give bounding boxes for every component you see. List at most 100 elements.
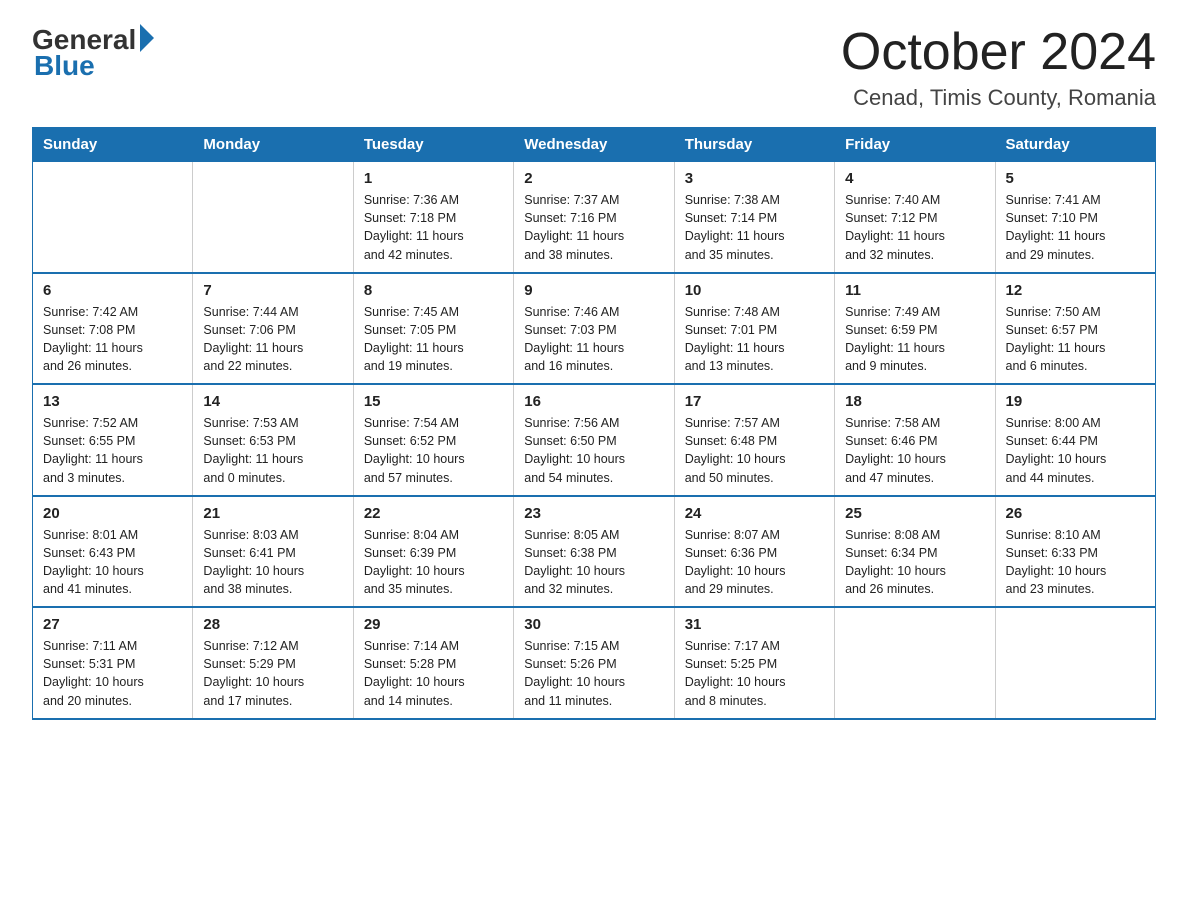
calendar-cell: 12 Sunrise: 7:50 AMSunset: 6:57 PMDayligh… — [995, 273, 1155, 385]
day-info: Sunrise: 7:15 AMSunset: 5:26 PMDaylight:… — [524, 637, 663, 710]
calendar-cell: 14 Sunrise: 7:53 AMSunset: 6:53 PMDayligh… — [193, 384, 353, 496]
calendar-cell: 19 Sunrise: 8:00 AMSunset: 6:44 PMDayligh… — [995, 384, 1155, 496]
day-info: Sunrise: 7:44 AMSunset: 7:06 PMDaylight:… — [203, 303, 342, 376]
day-number: 10 — [685, 282, 824, 299]
calendar-cell: 30 Sunrise: 7:15 AMSunset: 5:26 PMDayligh… — [514, 607, 674, 719]
day-info: Sunrise: 8:04 AMSunset: 6:39 PMDaylight:… — [364, 526, 503, 599]
day-number: 28 — [203, 616, 342, 633]
day-number: 8 — [364, 282, 503, 299]
calendar-header-row: SundayMondayTuesdayWednesdayThursdayFrid… — [33, 128, 1156, 162]
calendar-cell — [995, 607, 1155, 719]
day-info: Sunrise: 7:48 AMSunset: 7:01 PMDaylight:… — [685, 303, 824, 376]
day-number: 4 — [845, 170, 984, 187]
day-number: 12 — [1006, 282, 1145, 299]
calendar-cell: 2 Sunrise: 7:37 AMSunset: 7:16 PMDaylight… — [514, 162, 674, 273]
day-number: 11 — [845, 282, 984, 299]
calendar-table: SundayMondayTuesdayWednesdayThursdayFrid… — [32, 127, 1156, 720]
day-info: Sunrise: 8:05 AMSunset: 6:38 PMDaylight:… — [524, 526, 663, 599]
calendar-week-row: 20 Sunrise: 8:01 AMSunset: 6:43 PMDayligh… — [33, 496, 1156, 608]
calendar-week-row: 1Sunrise: 7:36 AMSunset: 7:18 PMDaylight… — [33, 162, 1156, 273]
day-info: Sunrise: 7:14 AMSunset: 5:28 PMDaylight:… — [364, 637, 503, 710]
calendar-cell: 26 Sunrise: 8:10 AMSunset: 6:33 PMDayligh… — [995, 496, 1155, 608]
calendar-cell: 4 Sunrise: 7:40 AMSunset: 7:12 PMDaylight… — [835, 162, 995, 273]
day-info: Sunrise: 8:10 AMSunset: 6:33 PMDaylight:… — [1006, 526, 1145, 599]
location-subtitle: Cenad, Timis County, Romania — [841, 85, 1156, 111]
day-info: Sunrise: 7:41 AMSunset: 7:10 PMDaylight:… — [1006, 191, 1145, 264]
day-info: Sunrise: 7:17 AMSunset: 5:25 PMDaylight:… — [685, 637, 824, 710]
calendar-week-row: 13Sunrise: 7:52 AMSunset: 6:55 PMDayligh… — [33, 384, 1156, 496]
logo: General Blue — [32, 24, 154, 82]
calendar-cell: 28 Sunrise: 7:12 AMSunset: 5:29 PMDayligh… — [193, 607, 353, 719]
day-info: Sunrise: 7:40 AMSunset: 7:12 PMDaylight:… — [845, 191, 984, 264]
calendar-cell: 25Sunrise: 8:08 AMSunset: 6:34 PMDayligh… — [835, 496, 995, 608]
day-number: 29 — [364, 616, 503, 633]
day-info: Sunrise: 7:38 AMSunset: 7:14 PMDaylight:… — [685, 191, 824, 264]
day-number: 23 — [524, 505, 663, 522]
day-number: 3 — [685, 170, 824, 187]
day-number: 1 — [364, 170, 503, 187]
day-info: Sunrise: 7:46 AMSunset: 7:03 PMDaylight:… — [524, 303, 663, 376]
day-info: Sunrise: 7:45 AMSunset: 7:05 PMDaylight:… — [364, 303, 503, 376]
day-number: 16 — [524, 393, 663, 410]
calendar-cell: 7 Sunrise: 7:44 AMSunset: 7:06 PMDaylight… — [193, 273, 353, 385]
calendar-header-tuesday: Tuesday — [353, 128, 513, 162]
calendar-cell: 20 Sunrise: 8:01 AMSunset: 6:43 PMDayligh… — [33, 496, 193, 608]
calendar-header-friday: Friday — [835, 128, 995, 162]
day-info: Sunrise: 7:54 AMSunset: 6:52 PMDaylight:… — [364, 414, 503, 487]
day-number: 15 — [364, 393, 503, 410]
calendar-header-wednesday: Wednesday — [514, 128, 674, 162]
calendar-cell: 11 Sunrise: 7:49 AMSunset: 6:59 PMDayligh… — [835, 273, 995, 385]
day-number: 18 — [845, 393, 984, 410]
day-number: 22 — [364, 505, 503, 522]
day-number: 26 — [1006, 505, 1145, 522]
day-number: 21 — [203, 505, 342, 522]
calendar-cell: 16 Sunrise: 7:56 AMSunset: 6:50 PMDayligh… — [514, 384, 674, 496]
day-info: Sunrise: 8:07 AMSunset: 6:36 PMDaylight:… — [685, 526, 824, 599]
day-number: 5 — [1006, 170, 1145, 187]
calendar-cell — [835, 607, 995, 719]
day-number: 7 — [203, 282, 342, 299]
day-info: Sunrise: 7:57 AMSunset: 6:48 PMDaylight:… — [685, 414, 824, 487]
day-info: Sunrise: 8:01 AMSunset: 6:43 PMDaylight:… — [43, 526, 182, 599]
calendar-cell: 23 Sunrise: 8:05 AMSunset: 6:38 PMDayligh… — [514, 496, 674, 608]
day-info: Sunrise: 7:56 AMSunset: 6:50 PMDaylight:… — [524, 414, 663, 487]
day-info: Sunrise: 7:50 AMSunset: 6:57 PMDaylight:… — [1006, 303, 1145, 376]
calendar-cell — [193, 162, 353, 273]
calendar-cell: 31 Sunrise: 7:17 AMSunset: 5:25 PMDayligh… — [674, 607, 834, 719]
calendar-header-monday: Monday — [193, 128, 353, 162]
day-number: 31 — [685, 616, 824, 633]
calendar-cell: 6Sunrise: 7:42 AMSunset: 7:08 PMDaylight… — [33, 273, 193, 385]
calendar-cell: 21 Sunrise: 8:03 AMSunset: 6:41 PMDayligh… — [193, 496, 353, 608]
calendar-header-saturday: Saturday — [995, 128, 1155, 162]
day-number: 2 — [524, 170, 663, 187]
calendar-cell: 10 Sunrise: 7:48 AMSunset: 7:01 PMDayligh… — [674, 273, 834, 385]
calendar-cell: 17Sunrise: 7:57 AMSunset: 6:48 PMDayligh… — [674, 384, 834, 496]
day-number: 14 — [203, 393, 342, 410]
day-number: 20 — [43, 505, 182, 522]
day-info: Sunrise: 8:03 AMSunset: 6:41 PMDaylight:… — [203, 526, 342, 599]
day-info: Sunrise: 7:49 AMSunset: 6:59 PMDaylight:… — [845, 303, 984, 376]
day-number: 19 — [1006, 393, 1145, 410]
day-number: 30 — [524, 616, 663, 633]
day-info: Sunrise: 7:53 AMSunset: 6:53 PMDaylight:… — [203, 414, 342, 487]
day-info: Sunrise: 7:37 AMSunset: 7:16 PMDaylight:… — [524, 191, 663, 264]
calendar-header-thursday: Thursday — [674, 128, 834, 162]
calendar-cell: 22 Sunrise: 8:04 AMSunset: 6:39 PMDayligh… — [353, 496, 513, 608]
day-number: 25 — [845, 505, 984, 522]
calendar-cell: 27Sunrise: 7:11 AMSunset: 5:31 PMDayligh… — [33, 607, 193, 719]
day-info: Sunrise: 7:12 AMSunset: 5:29 PMDaylight:… — [203, 637, 342, 710]
day-number: 13 — [43, 393, 182, 410]
calendar-cell: 3 Sunrise: 7:38 AMSunset: 7:14 PMDaylight… — [674, 162, 834, 273]
calendar-cell: 9Sunrise: 7:46 AMSunset: 7:03 PMDaylight… — [514, 273, 674, 385]
day-info: Sunrise: 8:00 AMSunset: 6:44 PMDaylight:… — [1006, 414, 1145, 487]
day-number: 24 — [685, 505, 824, 522]
calendar-header-sunday: Sunday — [33, 128, 193, 162]
calendar-week-row: 6Sunrise: 7:42 AMSunset: 7:08 PMDaylight… — [33, 273, 1156, 385]
day-number: 27 — [43, 616, 182, 633]
day-info: Sunrise: 7:58 AMSunset: 6:46 PMDaylight:… — [845, 414, 984, 487]
logo-arrow-icon — [140, 24, 154, 52]
calendar-cell: 15 Sunrise: 7:54 AMSunset: 6:52 PMDayligh… — [353, 384, 513, 496]
calendar-cell: 8 Sunrise: 7:45 AMSunset: 7:05 PMDaylight… — [353, 273, 513, 385]
title-section: October 2024 Cenad, Timis County, Romani… — [841, 24, 1156, 111]
calendar-cell: 13Sunrise: 7:52 AMSunset: 6:55 PMDayligh… — [33, 384, 193, 496]
